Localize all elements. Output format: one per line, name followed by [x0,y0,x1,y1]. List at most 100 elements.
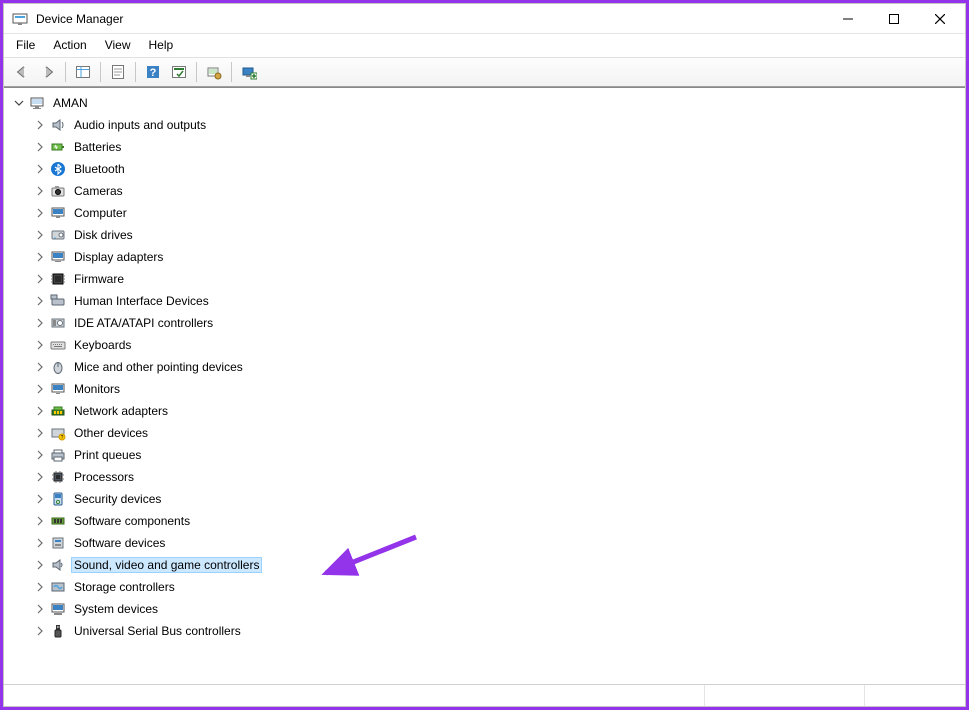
tree-category-row[interactable]: Software components [25,510,965,532]
tree-category-row[interactable]: Disk drives [25,224,965,246]
tree-category-row[interactable]: Batteries [25,136,965,158]
help-button[interactable]: ? [141,60,165,84]
toolbar-separator [196,62,197,82]
usb-icon [49,622,67,640]
chevron-right-icon[interactable] [33,228,47,242]
tree-category-label: Mice and other pointing devices [71,359,246,375]
tree-category-row[interactable]: Sound, video and game controllers [25,554,965,576]
chevron-right-icon[interactable] [33,470,47,484]
maximize-button[interactable] [871,4,917,34]
tree-root-row[interactable]: AMAN [4,92,965,114]
chevron-right-icon[interactable] [33,272,47,286]
tree-category-row[interactable]: IDE ATA/ATAPI controllers [25,312,965,334]
security-icon [49,490,67,508]
tree-category-row[interactable]: Firmware [25,268,965,290]
properties-button[interactable] [106,60,130,84]
speaker-icon [49,116,67,134]
tree-category-label: Bluetooth [71,161,128,177]
hid-icon [49,292,67,310]
chevron-right-icon[interactable] [33,602,47,616]
tree-category-label: System devices [71,601,161,617]
tree-category-row[interactable]: Universal Serial Bus controllers [25,620,965,642]
status-section [4,685,705,706]
keyboard-icon [49,336,67,354]
tree-category-label: Security devices [71,491,164,507]
firmware-icon [49,270,67,288]
statusbar [4,684,965,706]
monitor-icon [49,380,67,398]
software-icon [49,534,67,552]
minimize-button[interactable] [825,4,871,34]
tree-category-label: Sound, video and game controllers [71,557,262,573]
chevron-right-icon[interactable] [33,250,47,264]
svg-text:?: ? [150,67,157,79]
menu-action[interactable]: Action [45,36,94,54]
chevron-right-icon[interactable] [33,360,47,374]
tree-category-label: Monitors [71,381,123,397]
tree-category-row[interactable]: Security devices [25,488,965,510]
close-button[interactable] [917,4,963,34]
toolbar-separator [65,62,66,82]
tree-category-row[interactable]: Processors [25,466,965,488]
tree-category-row[interactable]: Cameras [25,180,965,202]
printer-icon [49,446,67,464]
menu-view[interactable]: View [97,36,139,54]
system-icon [49,600,67,618]
chevron-right-icon[interactable] [33,316,47,330]
storage-icon [49,578,67,596]
status-section [705,685,865,706]
app-icon [12,11,28,27]
forward-button[interactable] [36,60,60,84]
tree-category-row[interactable]: Mice and other pointing devices [25,356,965,378]
tree-category-row[interactable]: Human Interface Devices [25,290,965,312]
titlebar: Device Manager [4,4,965,34]
menu-help[interactable]: Help [141,36,182,54]
mouse-icon [49,358,67,376]
chevron-right-icon[interactable] [33,184,47,198]
chevron-right-icon[interactable] [33,558,47,572]
chevron-right-icon[interactable] [33,624,47,638]
tree-category-row[interactable]: Monitors [25,378,965,400]
chevron-right-icon[interactable] [33,536,47,550]
chevron-right-icon[interactable] [33,426,47,440]
chevron-right-icon[interactable] [33,514,47,528]
tree-category-row[interactable]: Software devices [25,532,965,554]
chevron-right-icon[interactable] [33,206,47,220]
sound-icon [49,556,67,574]
action-button[interactable] [167,60,191,84]
menu-file[interactable]: File [8,36,43,54]
tree-category-row[interactable]: Bluetooth [25,158,965,180]
chevron-right-icon[interactable] [33,580,47,594]
tree-category-row[interactable]: Keyboards [25,334,965,356]
chevron-right-icon[interactable] [33,118,47,132]
tree-category-row[interactable]: Computer [25,202,965,224]
toolbar-separator [100,62,101,82]
tree-category-row[interactable]: Display adapters [25,246,965,268]
chevron-right-icon[interactable] [33,448,47,462]
scan-hardware-button[interactable] [202,60,226,84]
chevron-right-icon[interactable] [33,140,47,154]
add-hardware-button[interactable] [237,60,261,84]
chevron-right-icon[interactable] [33,162,47,176]
device-tree-panel[interactable]: AMAN Audio inputs and outputsBatteries Bl… [4,87,965,684]
tree-category-row[interactable]: System devices [25,598,965,620]
chevron-right-icon[interactable] [33,492,47,506]
chevron-right-icon[interactable] [33,382,47,396]
tree-category-row[interactable]: Network adapters [25,400,965,422]
camera-icon [49,182,67,200]
chevron-right-icon[interactable] [33,404,47,418]
chevron-down-icon[interactable] [12,96,26,110]
battery-icon [49,138,67,156]
tree-category-row[interactable]: Print queues [25,444,965,466]
tree-category-row[interactable]: Audio inputs and outputs [25,114,965,136]
display-icon [49,248,67,266]
tree-category-label: Other devices [71,425,151,441]
show-hide-console-button[interactable] [71,60,95,84]
tree-category-row[interactable]: Storage controllers [25,576,965,598]
chevron-right-icon[interactable] [33,294,47,308]
chevron-right-icon[interactable] [33,338,47,352]
tree-category-row[interactable]: ?Other devices [25,422,965,444]
back-button[interactable] [10,60,34,84]
toolbar-separator [135,62,136,82]
tree-category-label: Storage controllers [71,579,178,595]
